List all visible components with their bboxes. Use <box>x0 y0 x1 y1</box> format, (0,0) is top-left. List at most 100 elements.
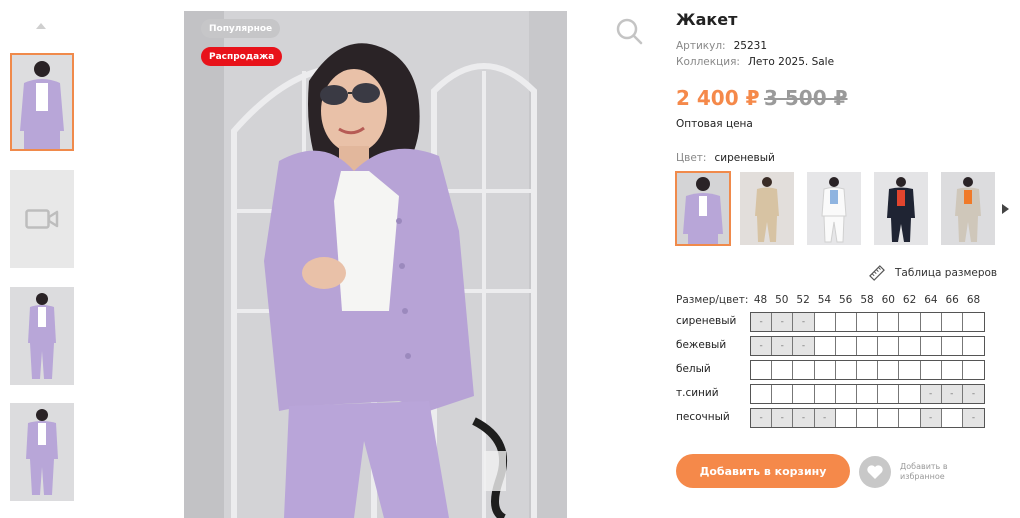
size-quantity-input[interactable] <box>751 361 773 379</box>
size-cell-unavailable: - <box>920 385 942 403</box>
swatch-navy-photo <box>874 172 928 245</box>
size-quantity-input[interactable] <box>899 337 921 355</box>
article-row: Артикул: 25231 <box>676 40 767 52</box>
color-swatch-lilac[interactable] <box>675 171 731 246</box>
size-table-link[interactable]: Таблица размеров <box>869 265 997 281</box>
old-price: 3 500 ₽ <box>764 86 848 110</box>
add-to-favorites-button[interactable] <box>859 456 891 488</box>
current-price: 2 400 ₽ <box>676 86 760 110</box>
size-quantity-input[interactable] <box>856 361 879 379</box>
size-column-60: 60 <box>881 294 895 306</box>
size-row-color-label: сиреневый <box>676 315 737 327</box>
size-quantity-input[interactable] <box>962 337 985 355</box>
size-row-color-label: бежевый <box>676 339 727 351</box>
sale-badge: Распродажа <box>201 47 283 66</box>
color-value: сиреневый <box>714 152 775 164</box>
video-camera-icon <box>25 209 59 229</box>
size-quantity-input[interactable] <box>878 337 900 355</box>
size-quantity-input[interactable] <box>899 385 921 403</box>
size-quantity-input[interactable] <box>962 361 985 379</box>
color-swatch-beige[interactable] <box>740 172 794 245</box>
size-row-cells: --- <box>750 336 985 356</box>
size-cell-unavailable: - <box>793 337 815 355</box>
swatches-next-arrow-icon[interactable] <box>1000 203 1010 215</box>
size-quantity-input[interactable] <box>941 361 963 379</box>
size-quantity-input[interactable] <box>751 385 773 403</box>
color-swatch-sand[interactable] <box>941 172 995 245</box>
main-photo-illustration <box>184 11 567 518</box>
size-quantity-input[interactable] <box>878 361 900 379</box>
size-quantity-input[interactable] <box>772 361 794 379</box>
size-quantity-input[interactable] <box>899 409 921 427</box>
size-row-cells: --- <box>750 384 985 404</box>
size-quantity-input[interactable] <box>920 337 942 355</box>
size-quantity-input[interactable] <box>835 313 857 331</box>
size-quantity-input[interactable] <box>856 337 879 355</box>
add-to-favorites-label[interactable]: Добавить в избранное <box>900 462 970 482</box>
size-quantity-input[interactable] <box>793 385 815 403</box>
size-quantity-input[interactable] <box>814 361 836 379</box>
size-quantity-input[interactable] <box>878 313 900 331</box>
size-quantity-input[interactable] <box>899 361 921 379</box>
size-cell-unavailable: - <box>793 313 815 331</box>
size-quantity-input[interactable] <box>941 313 963 331</box>
favorites-label-line1: Добавить в <box>900 462 948 471</box>
size-quantity-input[interactable] <box>920 313 942 331</box>
price-note: Оптовая цена <box>676 118 753 130</box>
size-grid-header-label: Размер/цвет: <box>676 294 749 306</box>
size-quantity-input[interactable] <box>814 385 836 403</box>
size-quantity-input[interactable] <box>772 385 794 403</box>
size-row-cells <box>750 360 985 380</box>
size-column-52: 52 <box>796 294 810 306</box>
size-quantity-input[interactable] <box>962 313 985 331</box>
size-quantity-input[interactable] <box>941 409 963 427</box>
size-quantity-input[interactable] <box>856 409 879 427</box>
thumbnail-video[interactable] <box>10 170 74 268</box>
size-quantity-input[interactable] <box>835 361 857 379</box>
size-cell-unavailable: - <box>772 313 794 331</box>
size-cell-unavailable: - <box>772 409 794 427</box>
size-column-66: 66 <box>945 294 959 306</box>
size-quantity-input[interactable] <box>899 313 921 331</box>
size-cell-unavailable: - <box>772 337 794 355</box>
size-quantity-input[interactable] <box>835 385 857 403</box>
thumbnail-1[interactable] <box>10 53 74 151</box>
size-cell-unavailable: - <box>751 337 773 355</box>
size-column-68: 68 <box>966 294 981 306</box>
size-quantity-input[interactable] <box>941 337 963 355</box>
main-product-image[interactable]: Популярное Распродажа <box>184 11 567 518</box>
size-cell-unavailable: - <box>941 385 963 403</box>
size-row-cells: ------ <box>750 408 985 428</box>
size-quantity-input[interactable] <box>856 313 879 331</box>
size-quantity-input[interactable] <box>835 409 857 427</box>
size-cell-unavailable: - <box>751 409 773 427</box>
size-column-50: 50 <box>775 294 789 306</box>
size-quantity-input[interactable] <box>878 385 900 403</box>
thumbnail-3[interactable] <box>10 287 74 385</box>
size-column-64: 64 <box>924 294 938 306</box>
thumbnails-up-arrow-icon[interactable] <box>34 20 48 32</box>
popular-badge: Популярное <box>201 19 281 38</box>
color-swatch-navy[interactable] <box>874 172 928 245</box>
size-cell-unavailable: - <box>962 409 985 427</box>
size-quantity-input[interactable] <box>878 409 900 427</box>
size-quantity-input[interactable] <box>814 337 836 355</box>
collection-label: Коллекция: <box>676 56 740 68</box>
size-quantity-input[interactable] <box>856 385 879 403</box>
size-quantity-input[interactable] <box>793 361 815 379</box>
size-table-label: Таблица размеров <box>895 267 998 279</box>
size-cell-unavailable: - <box>962 385 985 403</box>
color-swatch-white[interactable] <box>807 172 861 245</box>
color-row: Цвет: сиреневый <box>676 152 775 164</box>
add-to-cart-button[interactable]: Добавить в корзину <box>676 454 850 488</box>
swatch-white-photo <box>807 172 861 245</box>
thumbnail-4[interactable] <box>10 403 74 501</box>
swatch-lilac-photo <box>676 172 730 245</box>
size-row-color-label: т.синий <box>676 387 719 399</box>
size-quantity-input[interactable] <box>835 337 857 355</box>
zoom-search-icon[interactable] <box>615 17 643 45</box>
size-quantity-input[interactable] <box>814 313 836 331</box>
size-column-62: 62 <box>902 294 917 306</box>
size-quantity-input[interactable] <box>920 361 942 379</box>
size-row-color-label: песочный <box>676 411 730 423</box>
